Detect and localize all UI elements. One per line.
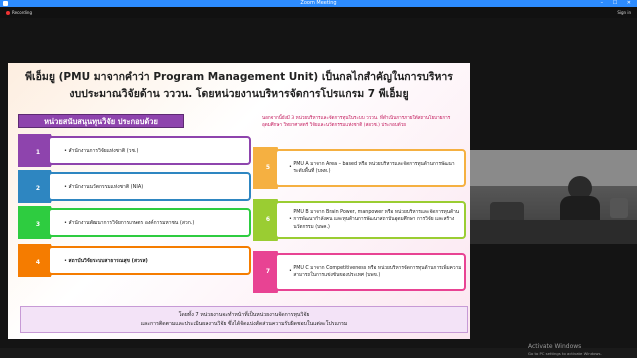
right-item-5: 5 • PMU A มาจาก Area – based หรือ หน่วยบ…	[253, 147, 466, 189]
right-item-box: • PMU C มาจาก Competitiveness หรือ หน่วย…	[275, 253, 466, 291]
window-controls[interactable]: – ☐ ✕	[601, 0, 635, 7]
left-item-text: สถาบันวิจัยระบบสาธารณสุข (สวรส)	[68, 257, 148, 264]
watermark-line1: Activate Windows	[528, 343, 582, 350]
right-item-6: 6 • PMU B มาจาก Brain Power, manpower หร…	[253, 199, 466, 241]
slide-title: พีเอ็มยู (PMU มาจากคำว่า Program Managem…	[8, 69, 470, 103]
title-bar: Zoom Meeting – ☐ ✕	[0, 0, 637, 7]
shared-screen-slide: พีเอ็มยู (PMU มาจากคำว่า Program Managem…	[8, 63, 470, 339]
meeting-main-area: พีเอ็มยู (PMU มาจากคำว่า Program Managem…	[0, 18, 637, 356]
left-item-2: 2 • สำนักงานนวัตกรรมแห่งชาติ (NIA)	[18, 170, 251, 203]
window-title: Zoom Meeting	[300, 0, 337, 6]
watermark-line2: Go to PC settings to activate Windows.	[528, 351, 602, 356]
recording-indicator[interactable]: Recording	[6, 10, 32, 15]
left-item-box: • สำนักงานนวัตกรรมแห่งชาติ (NIA)	[48, 172, 251, 201]
left-item-box: • สำนักงานการวิจัยแห่งชาติ (วช.)	[48, 136, 251, 165]
right-item-7: 7 • PMU C มาจาก Competitiveness หรือ หน่…	[253, 251, 466, 293]
recording-label: Recording	[12, 10, 33, 15]
right-item-box: • PMU B มาจาก Brain Power, manpower หรือ…	[275, 201, 466, 239]
video-table	[470, 220, 637, 244]
left-item-box: • สำนักงานพัฒนาการวิจัยการเกษตร องค์การม…	[48, 208, 251, 237]
slide-subheading: หน่วยสนับสนุนทุนวิจัย ประกอบด้วย	[18, 114, 184, 128]
slide-title-line2: งบประมาณวิจัยด้าน วววน. โดยหน่วยงานบริหา…	[69, 88, 409, 100]
right-item-box: • PMU A มาจาก Area – based หรือ หน่วยบริ…	[275, 149, 466, 187]
left-item-4: 4 • สถาบันวิจัยระบบสาธารณสุข (สวรส)	[18, 244, 251, 277]
left-item-box: • สถาบันวิจัยระบบสาธารณสุข (สวรส)	[48, 246, 251, 275]
right-item-text: PMU B มาจาก Brain Power, manpower หรือ ห…	[293, 210, 460, 230]
footer-line1: โดยทั้ง 7 หน่วยงานจะทำหน้าที่เป็นหน่วยงา…	[178, 312, 310, 318]
video-background	[470, 150, 637, 186]
slide-right-note: นอกจากนี้ยังมี 3 หน่วยบริหารและจัดการทุน…	[262, 116, 451, 129]
right-item-text: PMU C มาจาก Competitiveness หรือ หน่วยบร…	[293, 265, 462, 278]
video-object	[610, 198, 628, 218]
left-item-text: สำนักงานนวัตกรรมแห่งชาติ (NIA)	[68, 183, 144, 190]
participant-video-tile[interactable]	[470, 150, 637, 244]
slide-title-line1: พีเอ็มยู (PMU มาจากคำว่า Program Managem…	[25, 71, 453, 83]
sign-in-link[interactable]: Sign in	[617, 10, 631, 15]
right-item-text: PMU A มาจาก Area – based หรือ หน่วยบริหา…	[293, 161, 455, 174]
slide-footer: โดยทั้ง 7 หน่วยงานจะทำหน้าที่เป็นหน่วยงา…	[20, 306, 468, 333]
left-item-text: สำนักงานการวิจัยแห่งชาติ (วช.)	[68, 147, 139, 154]
footer-line2: และการติดตามและประเมินผลงานวิจัย ซึ่งได้…	[140, 321, 348, 327]
meeting-toolbar: Recording Sign in	[0, 7, 637, 18]
left-item-text: สำนักงานพัฒนาการวิจัยการเกษตร องค์การมหา…	[68, 219, 195, 226]
activate-windows-watermark: Activate Windows Go to PC settings to ac…	[528, 343, 602, 357]
record-icon	[6, 11, 10, 15]
left-item-3: 3 • สำนักงานพัฒนาการวิจัยการเกษตร องค์กา…	[18, 206, 251, 239]
left-item-1: 1 • สำนักงานการวิจัยแห่งชาติ (วช.)	[18, 134, 251, 167]
